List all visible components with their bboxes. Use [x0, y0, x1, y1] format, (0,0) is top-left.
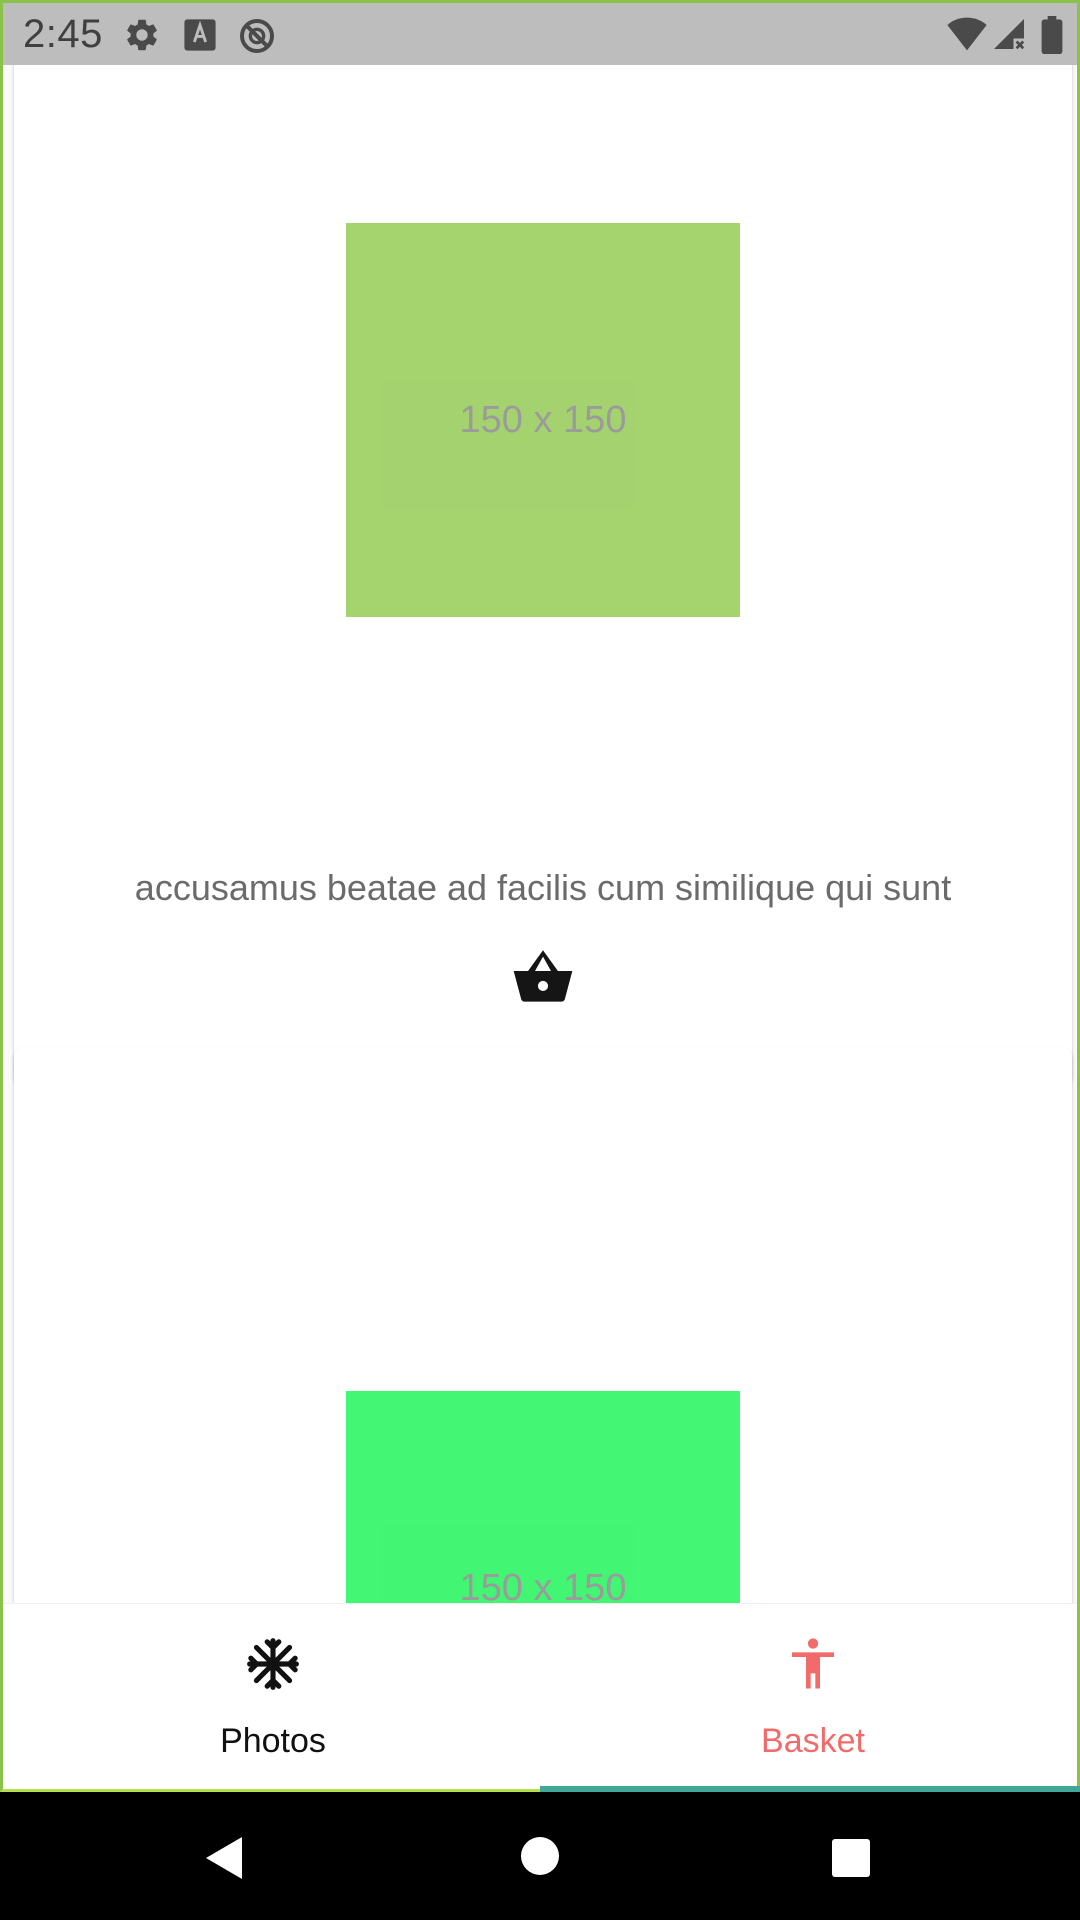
- tab-basket[interactable]: Basket: [543, 1604, 1077, 1789]
- photo-title: accusamus beatae ad facilis cum similiqu…: [134, 867, 952, 908]
- recents-icon[interactable]: [831, 1838, 871, 1878]
- home-icon[interactable]: [520, 1836, 560, 1876]
- app-frame: 2:45 150 x 150 accusamus beatae ad facil…: [0, 0, 1080, 1792]
- photo-list[interactable]: 150 x 150 accusamus beatae ad facilis cu…: [3, 65, 1077, 1603]
- accessibility-icon: [792, 1638, 834, 1689]
- no-sync-icon: [240, 19, 274, 53]
- system-navigation-bar: [0, 1792, 1080, 1920]
- status-bar: 2:45: [3, 3, 1077, 65]
- snowflake-icon: [247, 1638, 299, 1690]
- signal-icon: [994, 19, 1025, 50]
- tab-photos[interactable]: Photos: [3, 1604, 543, 1789]
- photo-card: 150 x 150: [14, 1047, 1072, 1603]
- gear-icon: [127, 19, 157, 51]
- photo-card: 150 x 150 accusamus beatae ad facilis cu…: [14, 65, 1072, 1085]
- text-a-icon: [184, 19, 216, 51]
- photo-thumbnail: 150 x 150: [346, 223, 740, 617]
- add-to-basket-button[interactable]: [511, 947, 575, 1003]
- bottom-navigation: Photos Basket: [3, 1603, 1077, 1789]
- tab-basket-label: Basket: [761, 1722, 865, 1760]
- basket-icon: [513, 950, 573, 1002]
- wifi-icon: [947, 17, 987, 51]
- status-time: 2:45: [23, 12, 103, 56]
- battery-icon: [1041, 16, 1063, 54]
- tab-photos-label: Photos: [220, 1722, 326, 1760]
- back-icon[interactable]: [202, 1834, 246, 1882]
- photo-thumbnail: 150 x 150: [346, 1391, 740, 1603]
